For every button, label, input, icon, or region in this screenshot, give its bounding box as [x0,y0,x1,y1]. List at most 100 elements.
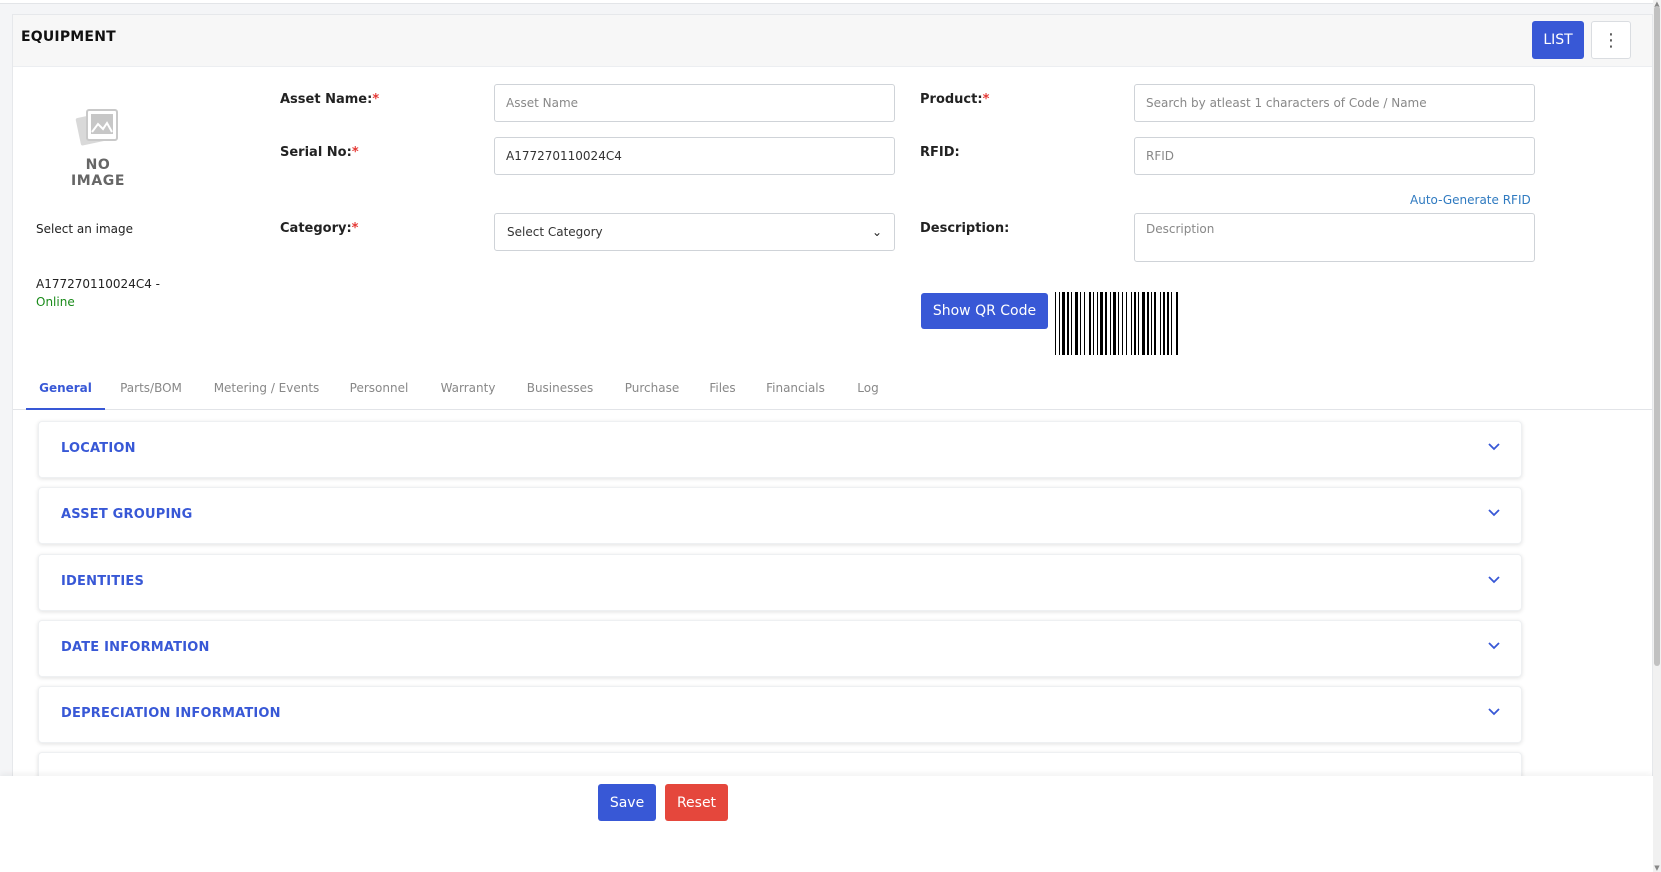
section-title: LOCATION [61,441,136,456]
category-selected-value: Select Category [507,225,603,239]
barcode-bar [1126,292,1127,355]
tab-warranty[interactable]: Warranty [429,368,507,410]
barcode-bar [1134,292,1136,355]
rfid-label-text: RFID: [920,145,960,160]
list-button[interactable]: LIST [1532,21,1584,59]
category-label: Category:* [280,221,358,236]
section-asset-grouping[interactable]: ASSET GROUPING [38,487,1522,544]
section-identities[interactable]: IDENTITIES [38,554,1522,611]
asset-name-label: Asset Name:* [280,92,379,107]
section-title: DATE INFORMATION [61,640,210,655]
product-search-input[interactable] [1134,84,1535,122]
tab-metering-events[interactable]: Metering / Events [204,368,329,410]
status-online: Online [36,295,75,309]
chevron-down-icon [1488,509,1500,517]
chevron-down-icon: ⌄ [871,225,882,239]
barcode-bar [1055,292,1056,355]
section-depreciation-information[interactable]: DEPRECIATION INFORMATION [38,686,1522,743]
required-marker: * [982,92,990,107]
serial-no-label-text: Serial No: [280,145,352,160]
serial-text: A177270110024C4 - [36,277,160,291]
barcode-bar [1163,292,1165,355]
reset-button[interactable]: Reset [665,784,728,821]
barcode-bar [1131,292,1132,355]
barcode-bar [1062,292,1065,355]
barcode-bar [1171,292,1172,355]
tab-financials[interactable]: Financials [754,368,837,410]
scrollbar-thumb[interactable] [1654,6,1660,666]
barcode-bar [1059,292,1060,355]
tab-businesses[interactable]: Businesses [517,368,603,410]
barcode-bar [1071,292,1072,355]
top-border [0,0,1653,4]
tab-bar: General Parts/BOM Metering / Events Pers… [13,368,1652,410]
product-label: Product:* [920,92,989,107]
description-input[interactable] [1134,213,1535,262]
barcode-bar [1118,292,1119,355]
section-title: DEPRECIATION INFORMATION [61,706,281,721]
tab-files[interactable]: Files [701,368,744,410]
barcode-bar [1138,292,1139,355]
section-location[interactable]: LOCATION [38,421,1522,478]
image-icon [75,109,118,146]
auto-generate-rfid-link[interactable]: Auto-Generate RFID [1410,193,1531,207]
save-button[interactable]: Save [598,784,656,821]
category-label-text: Category: [280,221,352,236]
barcode-bar [1100,292,1103,355]
card-header: EQUIPMENT LIST ⋮ [13,15,1652,67]
tab-general[interactable]: General [26,368,105,410]
barcode-bar [1097,292,1098,355]
section-title: ASSET GROUPING [61,507,193,522]
description-label-text: Description: [920,221,1010,236]
page-title: EQUIPMENT [21,29,116,45]
tab-personnel[interactable]: Personnel [339,368,419,410]
barcode-bar [1075,292,1078,355]
barcode-bar [1142,292,1145,355]
barcode-bar [1093,292,1094,355]
tab-purchase[interactable]: Purchase [613,368,691,410]
required-marker: * [351,221,359,236]
serial-status: A177270110024C4 - Online [36,275,160,311]
barcode-bar [1122,292,1123,355]
equipment-card: EQUIPMENT LIST ⋮ NO IMAGE Select an imag… [12,14,1653,872]
vertical-scrollbar[interactable]: ▲ ▼ [1653,0,1661,872]
barcode-bar [1105,292,1107,355]
chevron-down-icon [1488,642,1500,650]
rfid-input[interactable] [1134,137,1535,175]
select-image-link[interactable]: Select an image [36,222,133,236]
barcode-bar [1089,292,1091,355]
barcode-bar [1154,292,1156,355]
kebab-vertical-icon[interactable]: ⋮ [1591,21,1631,59]
show-qr-code-button[interactable]: Show QR Code [921,293,1048,329]
barcode-bar [1151,292,1152,355]
barcode-bar [1080,292,1081,355]
required-marker: * [372,92,380,107]
serial-no-label: Serial No:* [280,145,359,160]
barcode-bar [1147,292,1149,355]
barcode-bar [1167,292,1169,355]
rfid-label: RFID: [920,145,960,160]
barcode-bar [1160,292,1161,355]
product-label-text: Product: [920,92,983,107]
category-select[interactable]: Select Category ⌄ [494,213,895,251]
serial-no-input[interactable] [494,137,895,175]
image-placeholder[interactable]: NO IMAGE [57,107,139,189]
tab-log[interactable]: Log [847,368,889,410]
barcode-bar [1084,292,1085,355]
barcode-bar [1113,292,1116,355]
scroll-down-icon[interactable]: ▼ [1653,864,1661,872]
barcode-bar [1067,292,1069,355]
no-image-label: NO IMAGE [70,157,126,189]
asset-name-label-text: Asset Name: [280,92,373,107]
footer-action-bar: Save Reset [0,776,1653,872]
chevron-down-icon [1488,576,1500,584]
barcode-bar [1176,292,1178,355]
required-marker: * [351,145,359,160]
asset-name-input[interactable] [494,84,895,122]
section-title: IDENTITIES [61,574,145,589]
section-date-information[interactable]: DATE INFORMATION [38,620,1522,677]
barcode-bar [1110,292,1111,355]
chevron-down-icon [1488,443,1500,451]
chevron-down-icon [1488,708,1500,716]
tab-parts-bom[interactable]: Parts/BOM [108,368,194,410]
